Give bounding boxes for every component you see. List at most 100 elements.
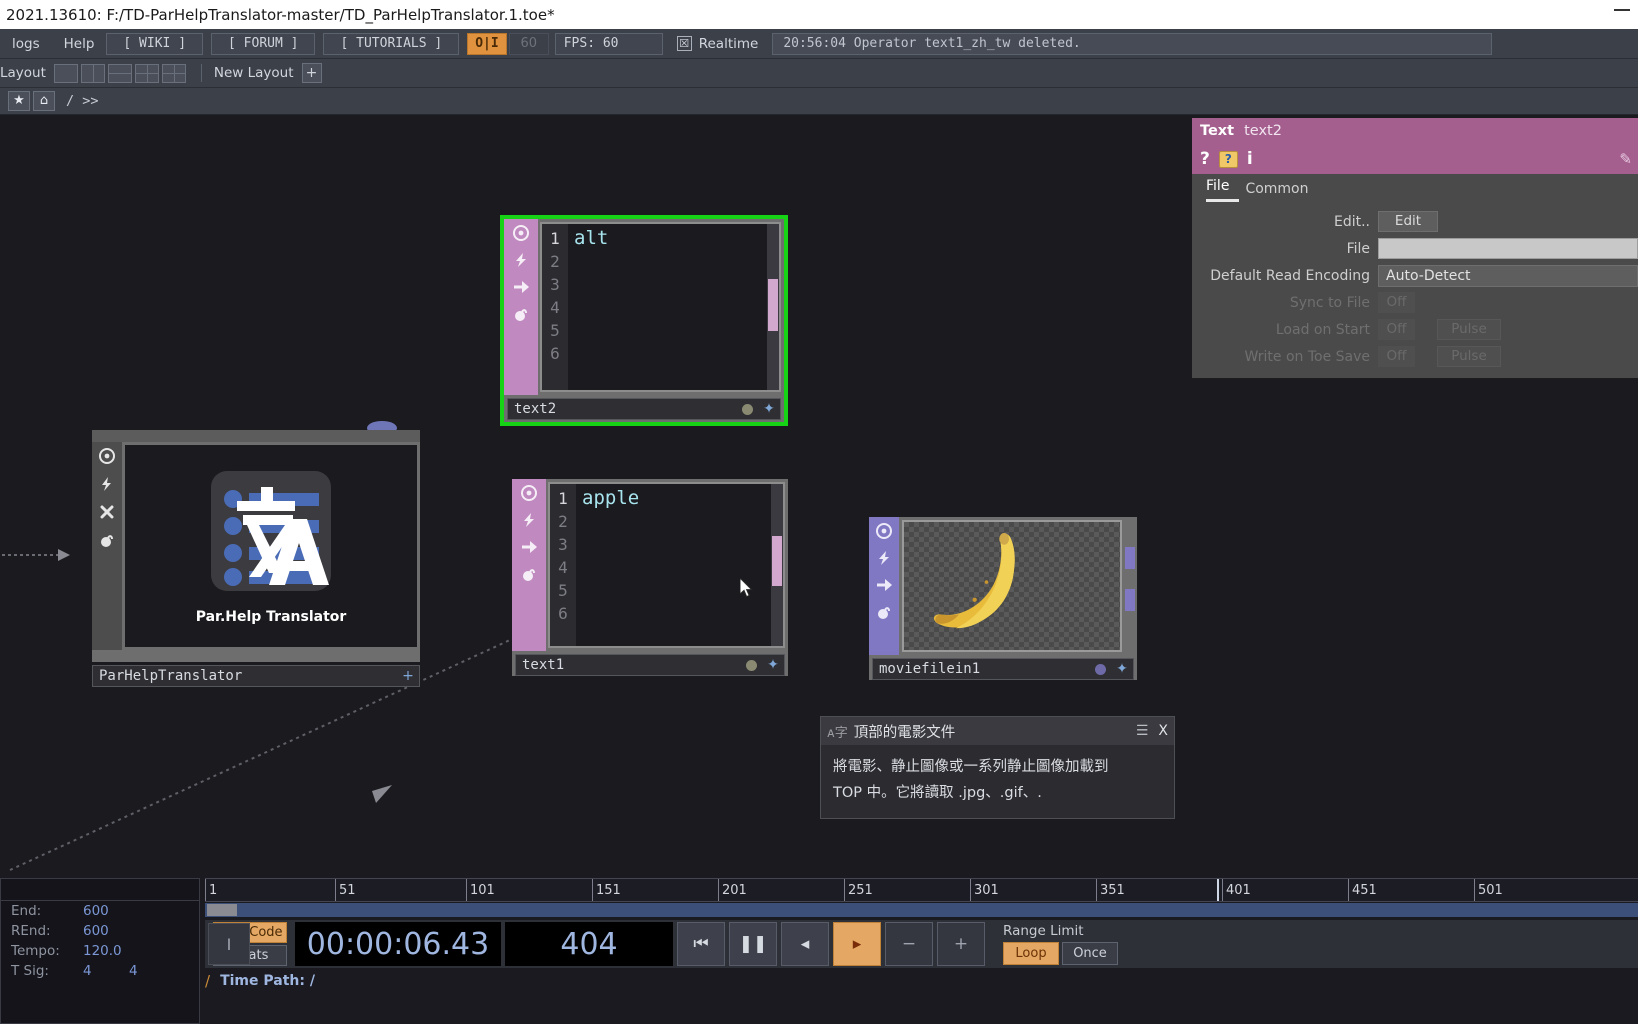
- timeline-tempo-value[interactable]: 120.0: [83, 941, 129, 961]
- clone-flag-icon[interactable]: [869, 571, 899, 598]
- timeline-ruler[interactable]: 1 51 101 151 201 251 301 351 401 451 501: [205, 878, 1638, 902]
- lock-flag-icon[interactable]: [512, 560, 546, 587]
- write-on-toe-save-toggle[interactable]: Off: [1378, 346, 1415, 367]
- once-button[interactable]: Once: [1062, 942, 1118, 965]
- file-input[interactable]: [1378, 238, 1638, 259]
- increment-button[interactable]: +: [937, 922, 985, 966]
- moviefilein1-preview[interactable]: [902, 520, 1122, 652]
- network-path[interactable]: / >>: [66, 93, 99, 109]
- wiki-button[interactable]: [ WIKI ]: [106, 32, 204, 55]
- timeline-rend-value[interactable]: 600: [83, 921, 129, 941]
- node-namebar-text2[interactable]: text2 ✦: [507, 398, 781, 420]
- pause-button[interactable]: ❚❚: [729, 922, 777, 966]
- minimize-icon[interactable]: [1614, 9, 1630, 11]
- help-book-icon[interactable]: [1218, 150, 1238, 168]
- clone-flag-icon[interactable]: [512, 533, 546, 560]
- node-expand-button[interactable]: ✦: [762, 657, 784, 673]
- cook-rate-field[interactable]: 60: [508, 32, 549, 55]
- go-to-start-button[interactable]: ⏮: [677, 922, 725, 966]
- layout-preset-three-icon[interactable]: [134, 63, 159, 83]
- tab-common[interactable]: Common: [1245, 181, 1318, 202]
- node-viewer-dot[interactable]: [736, 403, 758, 415]
- add-layout-button[interactable]: +: [301, 63, 322, 83]
- node-viewer-dot[interactable]: [1089, 663, 1111, 675]
- node-namebar-moviefilein1[interactable]: moviefilein1 ✦: [872, 658, 1134, 680]
- lock-flag-icon[interactable]: [92, 526, 122, 554]
- info-icon[interactable]: i: [1247, 149, 1253, 169]
- tutorials-button[interactable]: [ TUTORIALS ]: [323, 32, 460, 55]
- help-question-icon[interactable]: ?: [1200, 149, 1210, 169]
- range-handle[interactable]: [207, 904, 237, 916]
- edit-pencil-icon[interactable]: ✎: [1619, 150, 1632, 168]
- play-button[interactable]: ▸: [833, 922, 881, 966]
- node-parhelptranslator[interactable]: Par.Help Translator ParHelpTranslator +: [92, 421, 420, 687]
- text2-code-area[interactable]: alt: [568, 224, 767, 390]
- node-flags-text2[interactable]: [504, 219, 538, 395]
- text1-dat-viewer[interactable]: 1 2 3 4 5 6 apple: [548, 482, 785, 648]
- write-on-toe-save-pulse-button[interactable]: Pulse: [1437, 346, 1501, 367]
- layout-preset-two-vertical-icon[interactable]: [80, 63, 105, 83]
- node-flags-moviefilein1[interactable]: [869, 517, 899, 655]
- cook-flag-icon[interactable]: [869, 544, 899, 571]
- node-expand-button[interactable]: ✦: [758, 401, 780, 417]
- bookmark-star-icon[interactable]: ★: [8, 91, 30, 111]
- node-flags-text1[interactable]: [512, 479, 546, 651]
- timecode-display[interactable]: 00:00:06.43: [295, 922, 501, 966]
- decrement-button[interactable]: −: [885, 922, 933, 966]
- layout-preset-four-icon[interactable]: [161, 63, 186, 83]
- timeline-tsig-value[interactable]: 4: [83, 961, 129, 981]
- playhead-marker-button[interactable]: I: [208, 923, 250, 965]
- bypass-flag-icon[interactable]: [92, 498, 122, 526]
- help-tooltip-popup[interactable]: ᴀ字 頂部的電影文件 ☰ X 將電影、静止圖像或一系列静止圖像加載到 TOP 中…: [820, 716, 1175, 819]
- lock-flag-icon[interactable]: [504, 300, 538, 327]
- timeline-end-value[interactable]: 600: [83, 901, 129, 921]
- layout-preset-two-horizontal-icon[interactable]: [107, 63, 132, 83]
- forum-button[interactable]: [ FORUM ]: [211, 32, 316, 55]
- realtime-checkbox[interactable]: ☒: [676, 36, 692, 51]
- viewer-flag-icon[interactable]: [504, 219, 538, 246]
- parameter-panel[interactable]: Text text2 ? i ✎ File Common Edit.. Edit…: [1192, 118, 1638, 378]
- home-icon[interactable]: ⌂: [33, 91, 55, 111]
- timeline-range-bar[interactable]: [205, 903, 1638, 917]
- node-expand-button[interactable]: +: [397, 668, 419, 684]
- node-expand-button[interactable]: ✦: [1111, 661, 1133, 677]
- node-flags-parhelp[interactable]: [92, 442, 122, 650]
- parameter-op-name[interactable]: text2: [1244, 123, 1282, 139]
- new-layout-label[interactable]: New Layout: [214, 65, 294, 81]
- timeline-tsig-value2[interactable]: 4: [129, 961, 175, 981]
- default-read-encoding-menu[interactable]: Auto-Detect: [1378, 264, 1638, 287]
- node-namebar-parhelptranslator[interactable]: ParHelpTranslator +: [92, 665, 420, 687]
- time-path-slash-icon[interactable]: /: [205, 972, 210, 990]
- loop-button[interactable]: Loop: [1003, 942, 1059, 965]
- text1-code-area[interactable]: apple: [576, 484, 771, 646]
- close-icon[interactable]: X: [1158, 723, 1168, 739]
- frame-display[interactable]: 404: [505, 922, 673, 966]
- viewer-flag-icon[interactable]: [92, 442, 122, 470]
- viewer-flag-icon[interactable]: [512, 479, 546, 506]
- menu-item-help[interactable]: Help: [52, 29, 107, 59]
- text2-dat-viewer[interactable]: 1 2 3 4 5 6 alt: [540, 222, 781, 392]
- sync-to-file-toggle[interactable]: Off: [1378, 292, 1415, 313]
- load-on-start-toggle[interactable]: Off: [1378, 319, 1415, 340]
- edit-button[interactable]: Edit: [1378, 211, 1438, 232]
- viewer-flag-icon[interactable]: [869, 517, 899, 544]
- menu-item-logs[interactable]: logs: [0, 29, 52, 59]
- node-namebar-text1[interactable]: text1 ✦: [515, 654, 785, 676]
- text2-scrollbar[interactable]: [767, 224, 779, 390]
- tooltip-list-icon[interactable]: ☰: [1136, 723, 1149, 739]
- node-viewer-dot[interactable]: [740, 659, 762, 671]
- cook-toggle-button[interactable]: O|I: [467, 32, 507, 55]
- playhead-indicator[interactable]: [1217, 879, 1219, 901]
- cook-flag-icon[interactable]: [504, 246, 538, 273]
- tab-file[interactable]: File: [1206, 178, 1240, 202]
- load-on-start-pulse-button[interactable]: Pulse: [1437, 319, 1501, 340]
- layout-preset-single-icon[interactable]: [53, 63, 78, 83]
- lock-flag-icon[interactable]: [869, 598, 899, 625]
- node-moviefilein1[interactable]: moviefilein1 ✦: [869, 517, 1137, 680]
- cook-flag-icon[interactable]: [92, 470, 122, 498]
- parhelp-viewer[interactable]: Par.Help Translator: [125, 445, 417, 647]
- text1-scrollbar[interactable]: [771, 484, 783, 646]
- clone-flag-icon[interactable]: [504, 273, 538, 300]
- cook-flag-icon[interactable]: [512, 506, 546, 533]
- step-back-button[interactable]: ◂: [781, 922, 829, 966]
